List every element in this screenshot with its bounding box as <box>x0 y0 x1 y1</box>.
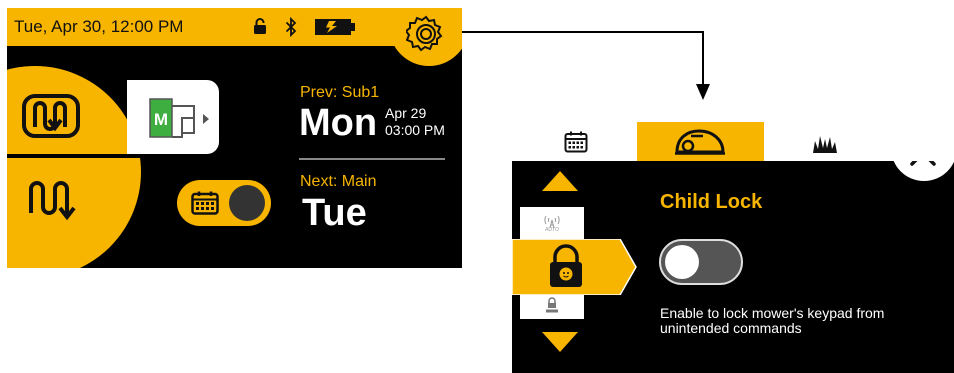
prev-schedule-time: 03:00 PM <box>385 122 445 138</box>
settings-button[interactable] <box>389 8 462 66</box>
close-button[interactable] <box>891 161 954 181</box>
child-lock-screen: AUTO Child Lock Enable to lock mower's k… <box>512 161 954 373</box>
gear-icon <box>406 15 443 52</box>
prev-schedule-label: Prev: Sub1 <box>300 84 380 101</box>
scroll-up-button[interactable] <box>542 171 578 196</box>
mode-divider <box>7 154 147 158</box>
bluetooth-icon <box>285 16 297 42</box>
setting-description: Enable to lock mower's keypad from unint… <box>660 305 885 336</box>
child-lock-toggle[interactable] <box>659 239 743 285</box>
settings-tabs <box>512 122 954 162</box>
list-item-label: AUTO <box>545 227 559 233</box>
keypad-lock-icon <box>544 297 560 318</box>
close-icon <box>910 161 936 166</box>
triangle-up-icon <box>542 171 578 191</box>
mode-button-1[interactable] <box>21 93 81 144</box>
list-item-selected[interactable] <box>512 239 638 295</box>
calendar-icon <box>191 191 219 220</box>
zigzag-mow-icon <box>29 181 76 221</box>
zone-map-icon: M <box>149 98 209 138</box>
battery-charging-icon <box>314 18 356 41</box>
calendar-icon <box>564 131 588 153</box>
mower-icon <box>675 129 725 155</box>
next-schedule-label: Next: Main <box>300 173 377 190</box>
home-screen: Tue, Apr 30, 12:00 PM M Prev: Sub1 Mon A… <box>7 8 462 268</box>
lock-icon <box>253 18 267 40</box>
toggle-knob <box>229 185 265 221</box>
triangle-down-icon <box>542 332 578 352</box>
prev-schedule-datetime: Apr 29 03:00 PM <box>385 105 445 139</box>
schedule-toggle[interactable] <box>177 180 271 226</box>
toggle-knob <box>665 245 699 279</box>
tab-mower[interactable] <box>637 122 764 162</box>
zone-button[interactable]: M <box>127 80 219 154</box>
status-datetime: Tue, Apr 30, 12:00 PM <box>14 17 184 36</box>
flow-arrow <box>462 31 710 100</box>
schedule-divider <box>299 158 445 160</box>
prev-schedule-date: Apr 29 <box>385 105 427 121</box>
next-schedule-day: Tue <box>302 192 367 234</box>
mode-button-2[interactable] <box>23 175 79 228</box>
perimeter-mow-icon <box>22 94 80 138</box>
setting-title: Child Lock <box>660 191 763 213</box>
tab-grass[interactable] <box>812 135 838 158</box>
zone-letter: M <box>154 110 168 129</box>
scroll-down-button[interactable] <box>542 332 578 357</box>
grass-icon <box>813 136 837 153</box>
tab-schedule[interactable] <box>564 131 588 158</box>
prev-schedule-day: Mon <box>299 102 378 144</box>
